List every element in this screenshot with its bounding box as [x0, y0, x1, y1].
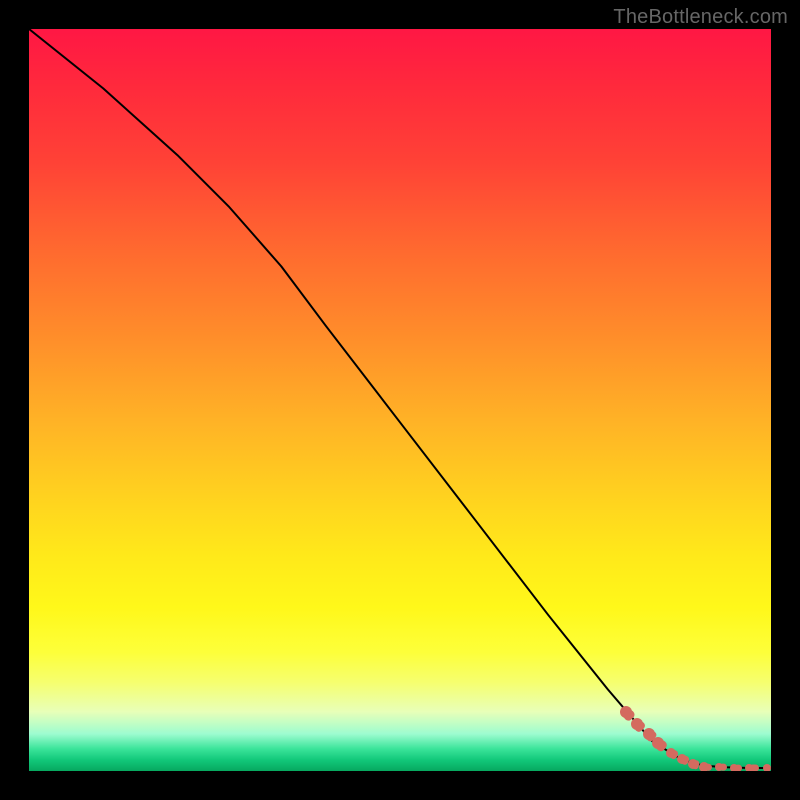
optimal-marker-dot: [715, 763, 723, 771]
chart-stage: TheBottleneck.com: [0, 0, 800, 800]
optimal-marker-dot: [666, 748, 676, 758]
optimal-marker-dot: [652, 737, 664, 749]
optimal-marker-dot: [745, 764, 753, 771]
plot-area: [29, 29, 771, 771]
optimal-marker-dot: [677, 754, 687, 764]
optimal-marker-dot: [688, 759, 698, 769]
optimal-marker-dot: [763, 764, 771, 771]
optimal-marker-dot: [620, 706, 632, 718]
optimal-marker-dot: [631, 718, 643, 730]
bottleneck-curve: [29, 29, 771, 771]
optimal-marker-dot: [730, 764, 738, 771]
watermark-text: TheBottleneck.com: [613, 6, 788, 29]
optimal-marker-dot: [699, 762, 709, 771]
